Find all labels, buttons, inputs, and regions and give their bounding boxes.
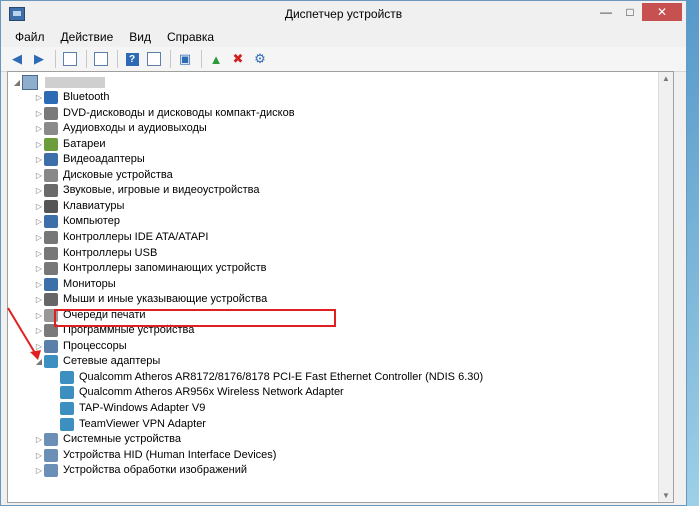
close-button[interactable]: ✕ <box>642 3 682 21</box>
expand-arrow-icon[interactable]: ▷ <box>34 466 44 475</box>
title-bar: Диспетчер устройств — □ ✕ <box>1 1 686 27</box>
tree-item-label: Клавиатуры <box>63 200 125 212</box>
maximize-button[interactable]: □ <box>618 3 642 21</box>
tree-item-label: Мониторы <box>63 278 116 290</box>
tree-item-label: DVD-дисководы и дисководы компакт-дисков <box>63 107 295 119</box>
device-tree: ◢ ▲ ▼ ▷ Bluetooth ▷ DVD-дисководы и дисково… <box>7 71 674 503</box>
window-title: Диспетчер устройств <box>284 7 403 21</box>
disable-device-icon: ⚙ <box>254 51 266 66</box>
uninstall-button[interactable]: ✖ <box>228 49 248 69</box>
tree-item-label: Видеоадаптеры <box>63 153 145 165</box>
tree-category[interactable]: ▷ Системные устройства <box>34 431 181 447</box>
tree-item-label: Системные устройства <box>63 433 182 445</box>
network-adapter-item[interactable]: TeamViewer VPN Adapter <box>50 416 206 432</box>
tree-item-label: Устройства HID (Human Interface Devices) <box>63 449 277 461</box>
scan-hardware-button[interactable]: ▣ <box>175 49 195 69</box>
tree-category[interactable]: ▷ Устройства HID (Human Interface Devices… <box>34 447 276 463</box>
toolbar: ◀ ▶ ? ▣ ▲ ✖ ⚙ <box>1 47 686 72</box>
tree-category[interactable]: ▷ Мыши и иные указывающие устройства <box>34 291 267 307</box>
tree-item-label: Процессоры <box>63 340 127 352</box>
console-tree-icon <box>63 52 77 66</box>
tree-item-label: Компьютер <box>63 215 120 227</box>
tree-item-label: Мыши и иные указывающие устройства <box>63 293 268 305</box>
annotation-arrow <box>7 307 41 360</box>
tree-item-label: Bluetooth <box>63 91 110 103</box>
properties-button[interactable] <box>91 49 111 69</box>
tree-item-label: TeamViewer VPN Adapter <box>79 418 206 430</box>
hid-icon <box>44 448 58 462</box>
network-adapter-item[interactable]: TAP-Windows Adapter V9 <box>50 400 205 416</box>
update-driver-button[interactable]: ▲ <box>206 49 226 69</box>
expand-arrow-icon[interactable]: ▷ <box>34 435 44 444</box>
help-icon: ? <box>125 52 139 66</box>
tree-category[interactable]: ▷ DVD-дисководы и дисководы компакт-диско… <box>34 105 295 121</box>
tree-category[interactable]: ▷ Контроллеры IDE ATA/ATAPI <box>34 229 208 245</box>
menu-view[interactable]: Вид <box>121 30 159 44</box>
network-card-icon <box>60 401 74 415</box>
scroll-up-icon: ▲ <box>662 74 670 83</box>
tree-item-label: Аудиовходы и аудиовыходы <box>63 122 207 134</box>
tree-category[interactable]: ▷ Звуковые, игровые и видеоустройства <box>34 182 260 198</box>
tree-item-label: Контроллеры USB <box>63 247 158 259</box>
properties-icon <box>94 52 108 66</box>
tree-item-label: Qualcomm Atheros AR956x Wireless Network… <box>79 386 344 398</box>
update-driver-icon: ▲ <box>209 51 223 67</box>
system-device-icon <box>44 432 58 446</box>
menu-help[interactable]: Справка <box>159 30 222 44</box>
tree-item-label: Qualcomm Atheros AR8172/8176/8178 PCI-E … <box>79 371 484 383</box>
minimize-button[interactable]: — <box>594 3 618 21</box>
scroll-down-icon: ▼ <box>662 491 670 500</box>
uninstall-icon: ✖ <box>232 51 244 66</box>
show-hide-tree-button[interactable] <box>60 49 80 69</box>
expand-arrow-icon[interactable]: ▷ <box>34 451 44 460</box>
scan-hardware-icon: ▣ <box>178 51 192 66</box>
view-button[interactable] <box>144 49 164 69</box>
network-adapter-item[interactable]: Qualcomm Atheros AR8172/8176/8178 PCI-E … <box>50 369 483 385</box>
tree-category[interactable]: ▷ Контроллеры запоминающих устройств <box>34 260 266 276</box>
tree-item-label: TAP-Windows Adapter V9 <box>79 402 206 414</box>
vertical-scrollbar[interactable]: ▲ ▼ <box>658 72 673 502</box>
tree-item-label: Контроллеры запоминающих устройств <box>63 262 267 274</box>
help-button[interactable]: ? <box>122 49 142 69</box>
tree-item-label: Контроллеры IDE ATA/ATAPI <box>63 231 209 243</box>
tree-item-label: Звуковые, игровые и видеоустройства <box>63 184 260 196</box>
highlight-box <box>54 309 336 327</box>
network-card-icon <box>60 370 74 384</box>
network-card-icon <box>60 385 74 399</box>
imaging-device-icon <box>44 463 58 477</box>
tree-category[interactable]: ▷ Устройства обработки изображений <box>34 462 247 478</box>
menu-bar: Файл Действие Вид Справка <box>1 27 686 47</box>
tree-item-label: Батареи <box>63 138 106 150</box>
device-manager-window: Диспетчер устройств — □ ✕ Файл Действие … <box>0 0 687 506</box>
network-card-icon <box>60 417 74 431</box>
menu-action[interactable]: Действие <box>53 30 122 44</box>
disable-device-button[interactable]: ⚙ <box>250 49 270 69</box>
tree-item-label: Дисковые устройства <box>63 169 173 181</box>
tree-item-label: Сетевые адаптеры <box>63 355 161 367</box>
network-adapter-item[interactable]: Qualcomm Atheros AR956x Wireless Network… <box>50 384 344 400</box>
view-icon <box>147 52 161 66</box>
tree-item-label: Устройства обработки изображений <box>63 464 248 476</box>
